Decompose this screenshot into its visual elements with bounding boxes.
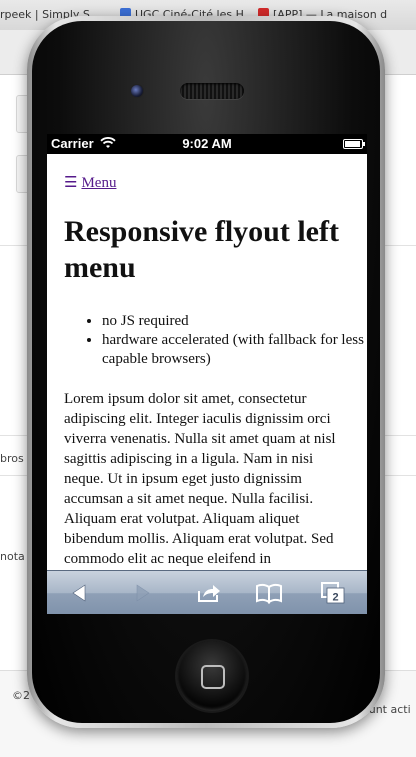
share-icon <box>198 585 220 602</box>
status-time: 9:02 AM <box>182 136 232 151</box>
menu-link[interactable]: ☰ Menu <box>64 173 116 192</box>
home-button[interactable] <box>177 641 247 711</box>
page-title: Responsive flyout left menu <box>64 215 339 284</box>
menu-link-label: Menu <box>81 175 117 191</box>
safari-toolbar: 2 <box>47 570 367 614</box>
forward-arrow-icon <box>136 584 150 602</box>
tab-count: 2 <box>332 592 338 604</box>
back-arrow-icon <box>72 584 86 602</box>
front-camera-icon <box>131 85 143 97</box>
status-bar: Carrier 9:02 AM <box>47 134 367 154</box>
forward-button[interactable] <box>129 581 157 605</box>
feature-list: no JS required hardware accelerated (wit… <box>64 312 367 369</box>
phone-screen: Carrier 9:02 AM ☰ Menu Responsive flyout … <box>47 134 367 614</box>
desktop-text-fragment: bros <box>0 452 24 465</box>
home-square-icon <box>201 665 225 689</box>
footer-copyright: ©2 <box>12 689 30 702</box>
battery-icon <box>343 139 365 149</box>
hamburger-icon: ☰ <box>64 175 78 191</box>
body-paragraph: Lorem ipsum dolor sit amet, consectetur … <box>64 391 336 567</box>
desktop-text-fragment: nota <box>0 550 25 563</box>
list-item: hardware accelerated (with fallback for … <box>102 331 367 369</box>
back-button[interactable] <box>65 581 93 605</box>
bookmarks-icon <box>256 583 282 604</box>
share-button[interactable] <box>195 581 223 605</box>
tabs-icon: 2 <box>321 582 345 604</box>
list-item: no JS required <box>102 312 367 331</box>
earpiece-speaker <box>180 83 244 99</box>
web-page-content: ☰Menu Responsive flyout left menu no JS … <box>47 154 367 570</box>
tabs-button[interactable]: 2 <box>319 581 347 605</box>
bookmarks-button[interactable] <box>255 581 283 605</box>
